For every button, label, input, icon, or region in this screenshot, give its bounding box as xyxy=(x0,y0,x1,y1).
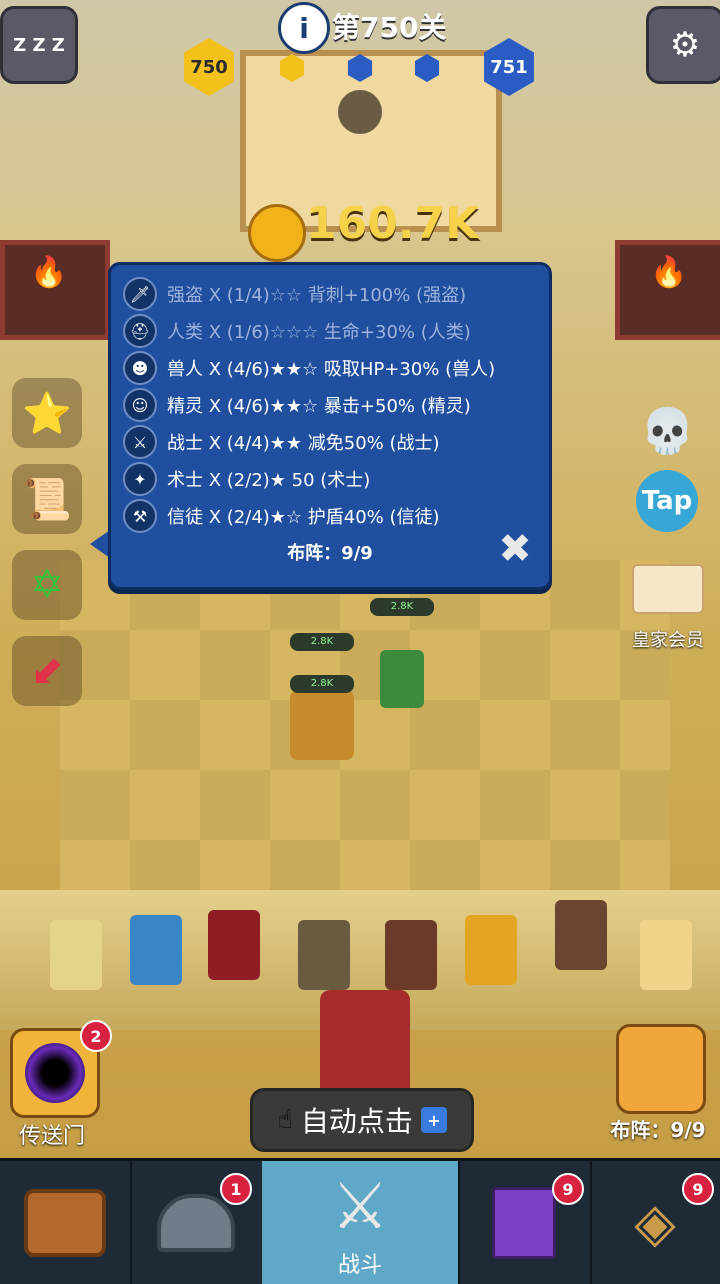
hp-bar: 2.8K xyxy=(290,675,354,693)
coin-icon xyxy=(248,204,306,262)
elf-icon: ☺ xyxy=(123,388,157,422)
gear-icon: ⚙ xyxy=(669,25,701,65)
scroll-icon: 📜 xyxy=(22,476,72,523)
tap-button[interactable]: Tap xyxy=(636,470,698,532)
tab-heroes[interactable]: 1 xyxy=(130,1161,264,1284)
board-unit[interactable] xyxy=(380,650,424,708)
synergy-row: ⛑ 人类 X (1/6)☆☆☆ 生命+30% (人类) xyxy=(123,314,471,348)
arrow-icon: ⬋ xyxy=(30,648,64,694)
board-unit[interactable] xyxy=(290,690,354,760)
hammer-icon: ⚒ xyxy=(123,499,157,533)
vip-card-icon[interactable] xyxy=(632,564,704,614)
chest-icon xyxy=(24,1188,106,1257)
portal-label: 传送门 xyxy=(18,1124,85,1149)
bench-unit[interactable] xyxy=(465,915,517,985)
synergy-button[interactable]: ✡ xyxy=(12,550,82,620)
bull-skull-icon: 💀 xyxy=(640,406,695,457)
sword-icon: 🗡 xyxy=(123,277,157,311)
chess-board[interactable] xyxy=(60,560,670,890)
orc-icon: ☻ xyxy=(123,351,157,385)
hp-bar: 2.8K xyxy=(290,633,354,651)
synergy-row: 🗡 强盗 X (1/4)☆☆ 背刺+100% (强盗) xyxy=(123,277,466,311)
tab-battle[interactable]: ⚔ 战斗 xyxy=(262,1161,460,1284)
auto-click-button[interactable]: ☝ 自动点击 + xyxy=(250,1088,474,1152)
fire-icon: 🔥 xyxy=(30,255,68,290)
formation-count: 布阵：9/9 xyxy=(287,543,373,564)
synergy-row: ☻ 兽人 X (4/6)★★☆ 吸取HP+30% (兽人) xyxy=(123,351,495,385)
rank-button[interactable]: ⭐ xyxy=(12,378,82,448)
tab-battle-label: 战斗 xyxy=(337,1252,382,1278)
sleep-button[interactable]: Z Z Z xyxy=(0,6,78,84)
bench-unit[interactable] xyxy=(298,920,350,990)
info-icon[interactable]: i xyxy=(278,2,330,54)
tab-book[interactable]: 9 xyxy=(458,1161,592,1284)
black-hole-icon xyxy=(25,1043,85,1103)
bench-unit[interactable] xyxy=(50,920,102,990)
cannon-icon xyxy=(338,90,382,134)
bench-unit[interactable] xyxy=(555,900,607,970)
plus-icon: + xyxy=(420,1107,447,1133)
scroll-button[interactable]: 📜 xyxy=(12,464,82,534)
heroes-badge: 1 xyxy=(220,1173,252,1205)
bench-unit[interactable] xyxy=(640,920,692,990)
crossed-swords-icon: ⚔ xyxy=(331,1169,389,1244)
helmet-icon: ⛑ xyxy=(123,314,157,348)
wizard-icon: ✦ xyxy=(123,462,157,496)
amulet-badge: 9 xyxy=(682,1173,714,1205)
popup-tail xyxy=(90,530,110,558)
synergy-popup: 🗡 强盗 X (1/4)☆☆ 背刺+100% (强盗) ⛑ 人类 X (1/6)☆☆… xyxy=(108,262,552,590)
bench-unit[interactable] xyxy=(385,920,437,990)
bottom-nav: 1 ⚔ 战斗 9 ◈ 9 xyxy=(0,1158,720,1284)
hp-bar: 2.8K xyxy=(370,598,434,616)
hexagram-icon: ✡ xyxy=(30,562,64,608)
hero-unit[interactable] xyxy=(320,990,410,1100)
warrior-sword-icon: ⚔ xyxy=(123,425,157,459)
portal-badge: 2 xyxy=(80,1020,112,1052)
tab-chest[interactable] xyxy=(0,1161,132,1284)
viking-helmet-icon xyxy=(157,1193,235,1252)
amulet-icon: ◈ xyxy=(634,1191,676,1254)
formation-button[interactable] xyxy=(616,1024,706,1114)
sleep-icon: Z Z Z xyxy=(13,34,65,56)
book-badge: 9 xyxy=(552,1173,584,1205)
fire-icon: 🔥 xyxy=(650,255,688,290)
synergy-row: ☺ 精灵 X (4/6)★★☆ 暴击+50% (精灵) xyxy=(123,388,471,422)
bench-unit[interactable] xyxy=(208,910,260,980)
auto-click-label: 自动点击 xyxy=(300,1105,413,1138)
vip-label[interactable]: 皇家会员 xyxy=(618,626,718,652)
trophy-icon: ⭐ xyxy=(22,390,72,437)
formation-label: 布阵：9/9 xyxy=(610,1118,706,1142)
spellbook-icon xyxy=(492,1186,556,1259)
level-title: 第750关 xyxy=(332,11,447,44)
close-icon: ✖ xyxy=(498,526,532,572)
tab-amulet[interactable]: ◈ 9 xyxy=(590,1161,720,1284)
synergy-row: ⚒ 信徒 X (2/4)★☆ 护盾40% (信徒) xyxy=(123,499,440,533)
synergy-row: ✦ 术士 X (2/2)★ 50 (术士) xyxy=(123,462,370,496)
gold-amount: 160.7K xyxy=(306,198,480,249)
bench-unit[interactable] xyxy=(130,915,182,985)
close-button[interactable]: ✖ xyxy=(495,529,535,569)
tap-hand-icon: ☝ xyxy=(277,1105,293,1135)
settings-button[interactable]: ⚙ xyxy=(646,6,720,84)
synergy-row: ⚔ 战士 X (4/4)★★ 减免50% (战士) xyxy=(123,425,440,459)
red-arrow-button[interactable]: ⬋ xyxy=(12,636,82,706)
